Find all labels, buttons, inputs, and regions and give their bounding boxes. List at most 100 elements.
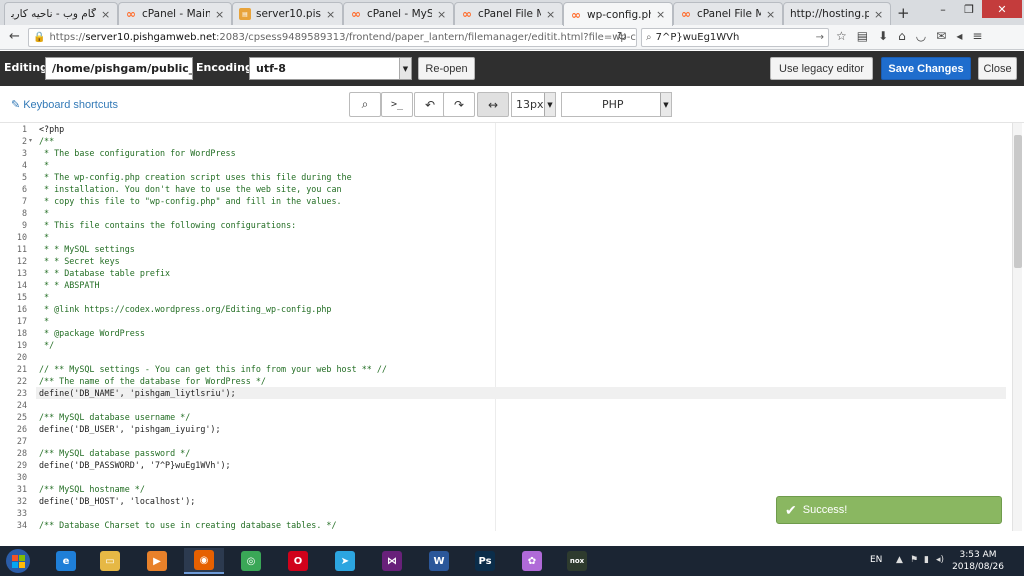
taskbar-app[interactable]: ➤ [325,548,365,574]
minimize-icon[interactable]: – [930,0,956,18]
code-line-active[interactable]: define('DB_NAME', 'pishgam_liytlsriu'); [36,387,1006,399]
network-icon[interactable]: ▮ [924,555,929,565]
window-close-icon[interactable]: ✕ [982,0,1022,18]
code-line[interactable]: * * ABSPATH [39,279,1009,291]
reload-icon[interactable]: ↻ [617,29,627,43]
browser-tab[interactable]: ∞ cPanel File Mana × [454,2,563,25]
language-indicator[interactable]: EN [870,555,882,565]
code-line[interactable]: * @link https://codex.wordpress.org/Edit… [39,303,1009,315]
search-input[interactable]: ⌕ 7^P}wuEg1WVh → [641,28,829,47]
code-line[interactable] [39,471,1009,483]
clock[interactable]: 3:53 AM 2018/08/26 [948,549,1008,573]
taskbar-app[interactable]: ▭ [90,548,130,574]
taskbar-app[interactable]: ▶ [137,548,177,574]
mail-icon[interactable]: ✉ [936,29,946,43]
code-line[interactable]: define('DB_PASSWORD', '7^P}wuEg1WVh'); [39,459,1009,471]
code-line[interactable]: * [39,159,1009,171]
code-editor[interactable]: 1 2 ▾ 3 4 5 6 7 8 9 10 11 12 13 14 15 16 17 18 19 20 21 22 23 24… [0,123,1024,531]
code-line[interactable]: * This file contains the following confi… [39,219,1009,231]
syntax-mode-select[interactable]: PHP ▼ [561,92,672,117]
new-tab-plus-icon[interactable]: + [897,4,910,22]
file-path-field[interactable]: /home/pishgam/public_ [45,57,193,80]
home-icon[interactable]: ⌂ [898,29,906,43]
reopen-button[interactable]: Re-open [418,57,475,80]
taskbar-app[interactable]: W [419,548,459,574]
code-line[interactable]: * * MySQL settings [39,243,1009,255]
code-line[interactable]: /** MySQL hostname */ [39,483,1009,495]
code-line[interactable]: * installation. You don't have to use th… [39,183,1009,195]
browser-tab[interactable]: گام وب - ناحیه کاربری × [4,2,118,25]
wrap-toggle-button[interactable]: ↔ [477,92,509,117]
volume-icon[interactable]: ◂) [936,555,944,565]
close-icon[interactable]: × [874,8,884,21]
redo-button[interactable]: ↷ [443,92,475,117]
font-size-select[interactable]: 13px ▼ [511,92,556,117]
code-line[interactable]: /** [39,135,1009,147]
search-button[interactable]: ⌕ [349,92,381,117]
speaker-icon[interactable]: ◂ [956,29,962,43]
reading-list-icon[interactable]: ▤ [857,29,868,43]
close-icon[interactable]: × [766,8,776,21]
download-icon[interactable]: ⬇ [878,29,888,43]
browser-tab[interactable]: http://hosting.pishg × [783,2,891,25]
browser-tab[interactable]: ▤ server10.pishgam × [232,2,343,25]
close-icon[interactable]: × [215,8,225,21]
close-icon[interactable]: × [326,8,336,21]
use-legacy-editor-button[interactable]: Use legacy editor [770,57,873,80]
taskbar-app[interactable]: Ps [465,548,505,574]
code-line[interactable]: // ** MySQL settings - You can get this … [39,363,1009,375]
pocket-icon[interactable]: ◡ [916,29,926,43]
code-line[interactable]: <?php [39,123,1009,135]
keyboard-shortcuts-link[interactable]: ✎ Keyboard shortcuts [11,98,118,111]
code-line[interactable]: /** MySQL database username */ [39,411,1009,423]
code-line[interactable]: * @package WordPress [39,327,1009,339]
code-line[interactable]: /** The name of the database for WordPre… [39,375,1009,387]
taskbar-app[interactable]: ✿ [512,548,552,574]
code-line[interactable] [39,435,1009,447]
code-line[interactable] [39,399,1009,411]
taskbar-app[interactable]: O [278,548,318,574]
scrollbar-thumb[interactable] [1014,135,1022,268]
code-line[interactable]: /** MySQL database password */ [39,447,1009,459]
code-line[interactable]: * [39,231,1009,243]
undo-button[interactable]: ↶ [414,92,446,117]
go-arrow-icon[interactable]: → [816,32,824,43]
code-line[interactable]: * [39,315,1009,327]
goto-line-button[interactable]: >_ [381,92,413,117]
encoding-select[interactable]: utf-8 ▼ [249,57,412,80]
tray-expand-icon[interactable]: ▲ [896,555,903,565]
code-line[interactable]: * copy this file to "wp-config.php" and … [39,195,1009,207]
taskbar-app[interactable]: nox [557,548,597,574]
code-line[interactable]: * [39,207,1009,219]
start-button[interactable] [6,549,30,573]
taskbar-app[interactable]: e [46,548,86,574]
taskbar-app[interactable]: ⋈ [372,548,412,574]
code-line[interactable]: * The wp-config.php creation script uses… [39,171,1009,183]
browser-tab-active[interactable]: ∞ wp-config.php - × [563,2,673,26]
code-line[interactable]: * The base configuration for WordPress [39,147,1009,159]
code-line[interactable]: * * Secret keys [39,255,1009,267]
restore-icon[interactable]: ❐ [956,0,982,18]
save-changes-button[interactable]: Save Changes [881,57,971,80]
url-bar[interactable]: 🔒 https://server10.pishgamweb.net:2083/c… [28,28,637,47]
browser-tab[interactable]: ∞ cPanel File Mana × [673,2,783,25]
code-line[interactable] [39,351,1009,363]
close-icon[interactable]: × [546,8,556,21]
browser-tab[interactable]: ∞ cPanel - Main × [118,2,232,25]
code-line[interactable]: * * Database table prefix [39,267,1009,279]
bookmark-star-icon[interactable]: ☆ [836,29,847,43]
code-line[interactable]: * [39,291,1009,303]
flag-icon[interactable]: ⚑ [910,555,918,565]
code-line[interactable]: define('DB_USER', 'pishgam_iyuirg'); [39,423,1009,435]
browser-tab[interactable]: ∞ cPanel - MySQL × [343,2,454,25]
code-line[interactable]: */ [39,339,1009,351]
code-content[interactable]: <?php/** * The base configuration for Wo… [36,123,1012,531]
back-arrow-icon[interactable]: ← [9,29,20,44]
close-icon[interactable]: × [101,8,111,21]
close-icon[interactable]: × [656,8,666,21]
close-icon[interactable]: × [437,8,447,21]
taskbar-app[interactable]: ◉ [184,548,224,574]
menu-icon[interactable]: ≡ [972,29,982,43]
close-button[interactable]: Close [978,57,1017,80]
fold-arrow-icon[interactable]: ▾ [29,135,32,147]
